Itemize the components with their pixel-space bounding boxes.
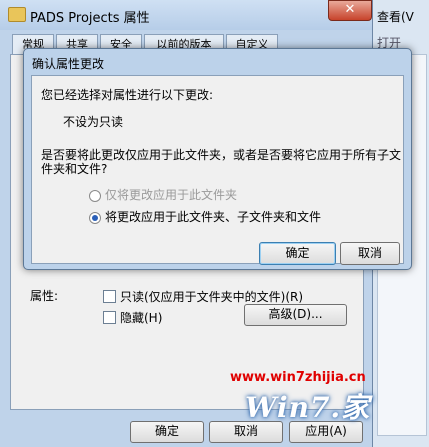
advanced-button[interactable]: 高级(D)... [244, 304, 347, 326]
readonly-checkbox[interactable] [103, 290, 116, 303]
radio-this-folder[interactable] [89, 189, 101, 202]
dialog-prompt: 您已经选择对属性进行以下更改: [41, 88, 214, 102]
hidden-checkbox[interactable] [103, 311, 116, 324]
watermark-logo: Win7.家 [245, 391, 371, 424]
hidden-label: 隐藏(H) [120, 311, 163, 325]
radio-this-folder-row[interactable]: 仅将更改应用于此文件夹 [89, 186, 237, 203]
dialog-question-line2: 件夹和文件? [41, 162, 108, 176]
radio-this-folder-label: 仅将更改应用于此文件夹 [105, 188, 238, 202]
folder-icon [8, 7, 26, 22]
dialog-cancel-button[interactable]: 取消 [340, 242, 400, 265]
dialog-body: 您已经选择对属性进行以下更改: 不设为只读 是否要将此更改仅应用于此文件夹，或者… [31, 75, 404, 265]
hidden-checkbox-row[interactable]: 隐藏(H) [103, 309, 162, 326]
dialog-ok-button[interactable]: 确定 [259, 242, 336, 265]
radio-all-row[interactable]: 将更改应用于此文件夹、子文件夹和文件 [89, 208, 321, 225]
radio-all-label: 将更改应用于此文件夹、子文件夹和文件 [105, 210, 322, 224]
readonly-checkbox-row[interactable]: 只读(仅应用于文件夹中的文件)(R) [103, 288, 303, 305]
watermark-url: www.win7zhijia.cn [230, 370, 366, 385]
window-title: PADS Projects 属性 [30, 11, 150, 26]
close-button[interactable]: ✕ [328, 0, 372, 21]
ok-button[interactable]: 确定 [130, 421, 204, 443]
radio-all[interactable] [89, 211, 101, 224]
confirm-dialog: 确认属性更改 您已经选择对属性进行以下更改: 不设为只读 是否要将此更改仅应用于… [23, 48, 412, 270]
dialog-change: 不设为只读 [63, 115, 124, 129]
readonly-label: 只读(仅应用于文件夹中的文件)(R) [120, 290, 304, 304]
view-menu[interactable]: 查看(V [377, 8, 414, 25]
dialog-title: 确认属性更改 [32, 57, 105, 71]
attributes-label: 属性: [30, 289, 59, 303]
